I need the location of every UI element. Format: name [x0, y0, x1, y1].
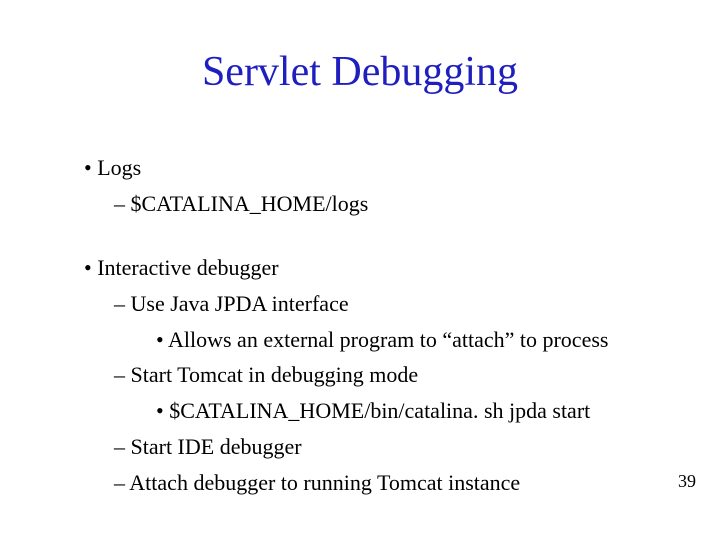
bullet-attach-process: Allows an external program to “attach” t… [156, 324, 684, 356]
bullet-start-tomcat: Start Tomcat in debugging mode [114, 359, 684, 391]
bullet-logs: Logs [84, 152, 684, 184]
slide-title: Servlet Debugging [0, 48, 720, 96]
slide-body: Logs $CATALINA_HOME/logs Interactive deb… [84, 152, 684, 503]
bullet-attach-debugger: Attach debugger to running Tomcat instan… [114, 467, 684, 499]
page-number: 39 [678, 471, 696, 492]
bullet-catalina-cmd: $CATALINA_HOME/bin/catalina. sh jpda sta… [156, 395, 684, 427]
bullet-jpda: Use Java JPDA interface [114, 288, 684, 320]
bullet-interactive-debugger: Interactive debugger [84, 252, 684, 284]
bullet-logs-path: $CATALINA_HOME/logs [114, 188, 684, 220]
bullet-start-ide: Start IDE debugger [114, 431, 684, 463]
spacer [84, 224, 684, 252]
slide: Servlet Debugging Logs $CATALINA_HOME/lo… [0, 0, 720, 540]
